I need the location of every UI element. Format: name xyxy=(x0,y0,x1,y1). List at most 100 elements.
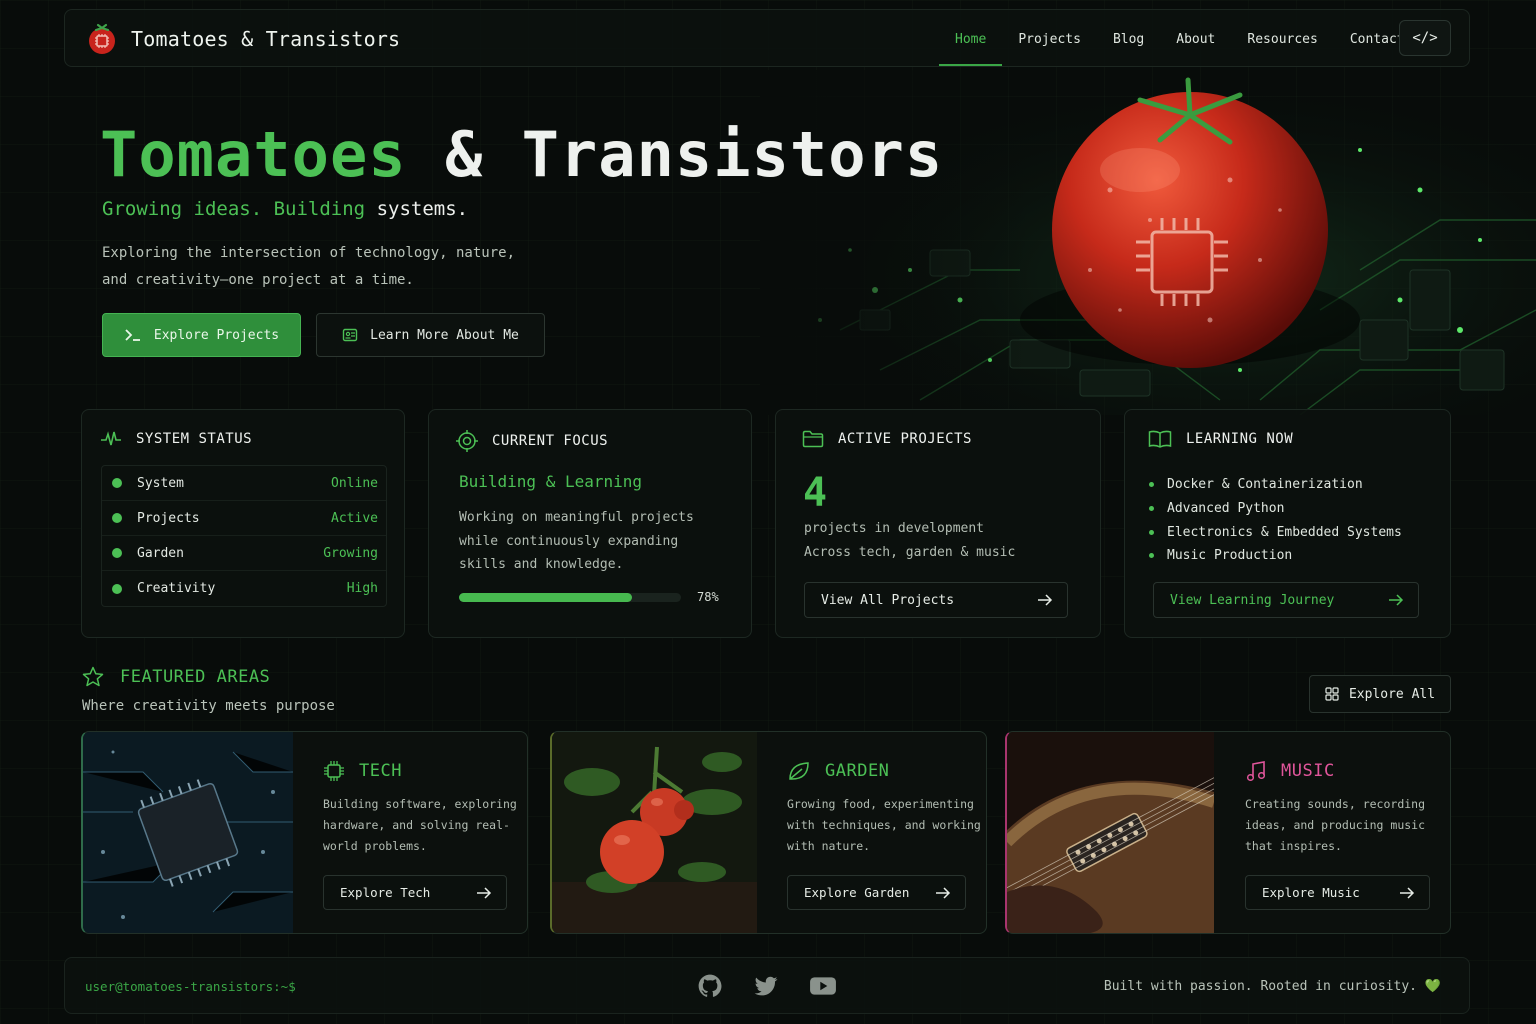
arrow-right-icon xyxy=(1400,886,1415,899)
status-value: Active xyxy=(331,510,378,526)
active-projects-header: ACTIVE PROJECTS xyxy=(802,430,972,448)
view-all-projects-label: View All Projects xyxy=(821,592,955,608)
nav-home[interactable]: Home xyxy=(939,10,1003,68)
chip-icon xyxy=(324,761,344,781)
twitter-icon[interactable] xyxy=(753,973,779,999)
code-button[interactable]: </> xyxy=(1399,20,1451,56)
area-desc-line: world problems. xyxy=(323,839,427,853)
view-learning-journey-button[interactable]: View Learning Journey xyxy=(1153,582,1419,618)
status-dot xyxy=(112,583,122,594)
focus-progress-label: 78% xyxy=(697,590,719,604)
nav-blog[interactable]: Blog xyxy=(1097,10,1160,68)
hero-title-tomatoes: Tomatoes xyxy=(100,118,407,191)
music-guitar-image xyxy=(1007,732,1214,933)
status-value: High xyxy=(346,581,378,596)
area-card-music: MUSIC Creating sounds, recording ideas, … xyxy=(1005,731,1451,934)
nav-links: Home Projects Blog About Resources Conta… xyxy=(939,10,1421,68)
area-title-garden: GARDEN xyxy=(787,760,889,782)
nav-about[interactable]: About xyxy=(1160,10,1231,68)
explore-garden-button[interactable]: Explore Garden xyxy=(787,875,966,910)
star-icon xyxy=(82,666,104,687)
explore-projects-button[interactable]: Explore Projects xyxy=(102,313,301,357)
github-icon[interactable] xyxy=(697,973,723,999)
explore-tech-button[interactable]: Explore Tech xyxy=(323,875,507,910)
status-row-garden: Garden Growing xyxy=(102,536,386,571)
tech-circuit-image xyxy=(83,732,293,933)
learn-more-label: Learn More About Me xyxy=(370,327,519,343)
current-focus-title: CURRENT FOCUS xyxy=(492,433,609,449)
brand[interactable]: Tomatoes & Transistors xyxy=(85,22,400,56)
status-row-projects: Projects Active xyxy=(102,501,386,536)
area-desc-garden: Growing food, experimenting with techniq… xyxy=(787,794,981,857)
leaf-icon xyxy=(789,762,809,780)
status-row-system: System Online xyxy=(102,466,386,501)
social-links xyxy=(697,973,837,999)
focus-progress-fill xyxy=(459,593,633,602)
status-dot xyxy=(112,513,122,523)
grid-icon xyxy=(1325,687,1339,701)
hero-subtitle-white: systems. xyxy=(376,198,469,220)
area-desc-music: Creating sounds, recording ideas, and pr… xyxy=(1245,794,1425,857)
nav-resources[interactable]: Resources xyxy=(1231,10,1333,68)
area-desc-line: Building software, exploring xyxy=(323,797,517,811)
area-card-garden: GARDEN Growing food, experimenting with … xyxy=(550,731,987,934)
area-desc-line: ideas, and producing music xyxy=(1245,818,1426,832)
active-projects-line1: projects in development xyxy=(804,521,985,536)
status-row-creativity: Creativity High xyxy=(102,571,386,606)
view-all-projects-button[interactable]: View All Projects xyxy=(804,582,1068,618)
view-learning-journey-label: View Learning Journey xyxy=(1170,592,1335,608)
target-icon xyxy=(456,430,478,452)
learning-list: Docker & Containerization Advanced Pytho… xyxy=(1149,473,1402,568)
area-desc-line: Growing food, experimenting xyxy=(787,797,974,811)
youtube-icon[interactable] xyxy=(809,973,837,999)
explore-all-button[interactable]: Explore All xyxy=(1309,675,1451,713)
active-projects-card: ACTIVE PROJECTS 4 projects in developmen… xyxy=(775,409,1101,638)
system-status-title: SYSTEM STATUS xyxy=(136,431,253,447)
focus-desc-line1: Working on meaningful projects xyxy=(459,510,694,525)
explore-music-label: Explore Music xyxy=(1262,885,1360,900)
focus-desc-line3: skills and knowledge. xyxy=(459,557,624,572)
garden-tomato-image xyxy=(552,732,757,933)
explore-music-button[interactable]: Explore Music xyxy=(1245,875,1430,910)
status-list: System Online Projects Active Garden Gro… xyxy=(101,465,387,607)
status-label: Projects xyxy=(137,510,200,526)
status-value: Growing xyxy=(323,545,378,561)
explore-projects-label: Explore Projects xyxy=(153,327,280,343)
learning-item: Advanced Python xyxy=(1149,497,1402,521)
arrow-right-icon xyxy=(477,886,492,899)
current-focus-card: CURRENT FOCUS Building & Learning Workin… xyxy=(428,409,752,638)
system-status-card: SYSTEM STATUS System Online Projects Act… xyxy=(81,409,405,638)
arrow-right-icon xyxy=(1389,594,1404,606)
learn-more-button[interactable]: Learn More About Me xyxy=(316,313,545,357)
nav-projects[interactable]: Projects xyxy=(1002,10,1097,68)
learning-now-card: LEARNING NOW Docker & Containerization A… xyxy=(1124,409,1451,638)
explore-garden-label: Explore Garden xyxy=(804,885,910,900)
hero-description: Exploring the intersection of technology… xyxy=(102,240,542,294)
system-status-header: SYSTEM STATUS xyxy=(100,430,252,448)
learning-item: Electronics & Embedded Systems xyxy=(1149,520,1402,544)
status-label: Garden xyxy=(137,545,184,561)
area-card-tech: TECH Building software, exploring hardwa… xyxy=(81,731,528,934)
area-desc-line: with nature. xyxy=(787,839,871,853)
learning-now-header: LEARNING NOW xyxy=(1148,430,1293,448)
explore-all-label: Explore All xyxy=(1348,686,1436,702)
hero-subtitle-green: Growing ideas. Building xyxy=(102,198,366,220)
area-title-garden-label: GARDEN xyxy=(825,761,890,781)
book-icon xyxy=(1148,430,1172,448)
area-desc-line: Creating sounds, recording xyxy=(1245,797,1426,811)
active-projects-line2: Across tech, garden & music xyxy=(804,545,1016,560)
top-nav: Tomatoes & Transistors Home Projects Blo… xyxy=(64,9,1470,67)
status-dot xyxy=(112,478,122,488)
featured-areas-title: FEATURED AREAS xyxy=(120,667,271,687)
hero-desc-line2: and creativity—one project at a time. xyxy=(102,272,414,288)
learning-item: Docker & Containerization xyxy=(1149,473,1402,497)
area-title-tech: TECH xyxy=(323,760,402,782)
terminal-prompt: user@tomatoes-transistors:~$ xyxy=(85,979,296,994)
tomato-chip-icon xyxy=(89,23,115,54)
hero-subtitle: Growing ideas. Building systems. xyxy=(102,198,468,220)
footer: user@tomatoes-transistors:~$ Built with … xyxy=(64,957,1470,1014)
status-label: System xyxy=(137,475,184,491)
brand-title: Tomatoes & Transistors xyxy=(131,27,401,51)
focus-desc-line2: while continuously expanding xyxy=(459,533,679,549)
status-label: Creativity xyxy=(137,581,216,596)
